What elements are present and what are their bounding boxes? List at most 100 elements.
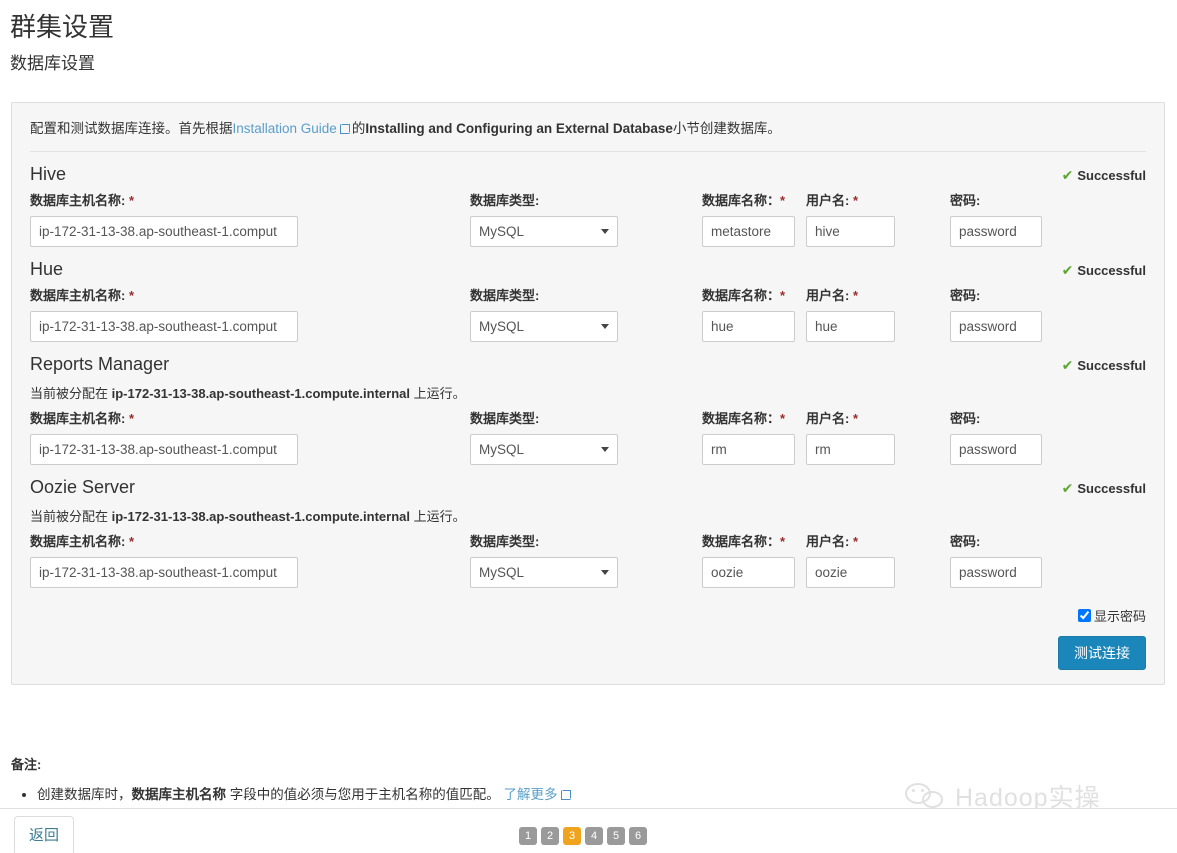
service-header: Hue ✔ Successful: [30, 256, 1146, 284]
required-asterisk: *: [852, 534, 859, 549]
db-type-select-wrap: MySQL: [470, 557, 618, 588]
db-type-select[interactable]: MySQL: [470, 434, 618, 465]
check-icon: ✔: [1061, 262, 1074, 278]
db-type-select[interactable]: MySQL: [470, 216, 618, 247]
field-label-password: 密码:: [950, 534, 981, 549]
field-db-name: 数据库名称：*: [702, 410, 806, 465]
username-input[interactable]: [806, 311, 895, 342]
db-name-input[interactable]: [702, 311, 795, 342]
field-password: 密码:: [950, 287, 1070, 342]
assigned-prefix: 当前被分配在: [30, 509, 112, 524]
username-input[interactable]: [806, 216, 895, 247]
host-input[interactable]: [30, 311, 298, 342]
status-text: Successful: [1077, 481, 1146, 496]
field-label-username: 用户名: *: [806, 192, 950, 210]
field-username: 用户名: *: [806, 410, 950, 465]
host-input[interactable]: [30, 557, 298, 588]
db-type-select-wrap: MySQL: [470, 434, 618, 465]
field-username: 用户名: *: [806, 192, 950, 247]
label-text: 数据库名称：: [702, 411, 781, 426]
page-1[interactable]: 1: [519, 827, 537, 845]
show-password-checkbox[interactable]: [1077, 609, 1091, 622]
label-text: 用户名:: [806, 411, 850, 426]
host-input[interactable]: [30, 434, 298, 465]
label-text: 用户名:: [806, 193, 850, 208]
password-input[interactable]: [950, 216, 1042, 247]
field-username: 用户名: *: [806, 533, 950, 588]
note-suffix: 字段中的值必须与您用于主机名称的值匹配。: [226, 787, 500, 802]
external-link-icon: [339, 124, 350, 134]
db-name-input[interactable]: [702, 434, 795, 465]
page-3[interactable]: 3: [563, 827, 581, 845]
password-input[interactable]: [950, 557, 1042, 588]
note-bold: 数据库主机名称: [131, 787, 227, 802]
assigned-host-text: 当前被分配在 ip-172-31-13-38.ap-southeast-1.co…: [30, 502, 1146, 530]
host-input[interactable]: [30, 216, 298, 247]
field-password: 密码:: [950, 410, 1070, 465]
label-text: 数据库主机名称:: [30, 411, 126, 426]
field-db-name: 数据库名称：*: [702, 533, 806, 588]
password-input[interactable]: [950, 311, 1042, 342]
learn-more-link[interactable]: 了解更多: [504, 787, 558, 802]
test-connection-button[interactable]: 测试连接: [1058, 636, 1146, 670]
field-label-db-type: 数据库类型:: [470, 288, 540, 303]
db-name-input[interactable]: [702, 557, 795, 588]
field-host: 数据库主机名称: *: [30, 533, 470, 588]
page-5[interactable]: 5: [607, 827, 625, 845]
field-label-db-type: 数据库类型:: [470, 193, 540, 208]
cluster-setup-page: 群集设置 数据库设置 配置和测试数据库连接。首先根据Installation G…: [0, 10, 1177, 853]
page-4[interactable]: 4: [585, 827, 603, 845]
label-text: 数据库名称：: [702, 193, 781, 208]
label-text: 数据库主机名称:: [30, 288, 126, 303]
field-db-type: 数据库类型: MySQL: [470, 410, 702, 465]
username-input[interactable]: [806, 557, 895, 588]
external-link-icon: [560, 790, 571, 800]
required-asterisk: *: [780, 411, 786, 426]
installation-guide-link[interactable]: Installation Guide: [233, 121, 337, 136]
db-type-select-wrap: MySQL: [470, 216, 618, 247]
assigned-prefix: 当前被分配在: [30, 386, 112, 401]
label-text: 用户名:: [806, 534, 850, 549]
service-header: Hive ✔ Successful: [30, 161, 1146, 189]
service-name: Hue: [30, 259, 64, 279]
field-label-host: 数据库主机名称: *: [30, 410, 470, 428]
password-input[interactable]: [950, 434, 1042, 465]
label-text: 数据库名称：: [702, 288, 781, 303]
db-name-input[interactable]: [702, 216, 795, 247]
required-asterisk: *: [852, 411, 859, 426]
assigned-suffix: 上运行。: [409, 509, 466, 524]
field-label-db-type: 数据库类型:: [470, 534, 540, 549]
field-db-type: 数据库类型: MySQL: [470, 192, 702, 247]
page-6[interactable]: 6: [629, 827, 647, 845]
service-header: Oozie Server ✔ Successful: [30, 474, 1146, 502]
db-type-select[interactable]: MySQL: [470, 311, 618, 342]
assigned-host-text: 当前被分配在 ip-172-31-13-38.ap-southeast-1.co…: [30, 379, 1146, 407]
status-badge: ✔ Successful: [1062, 262, 1146, 279]
field-label-username: 用户名: *: [806, 533, 950, 551]
service-section-hive: Hive ✔Successful 数据库主机名称: * 数据库类型: MySQL…: [30, 152, 1146, 247]
db-type-select[interactable]: MySQL: [470, 557, 618, 588]
label-text: 用户名:: [806, 288, 850, 303]
show-password-toggle[interactable]: 显示密码: [1077, 606, 1146, 625]
back-button[interactable]: 返回: [14, 816, 75, 853]
field-label-db-type: 数据库类型:: [470, 411, 540, 426]
field-label-host: 数据库主机名称: *: [30, 192, 470, 210]
assigned-suffix: 上运行。: [409, 386, 466, 401]
notes-section: 备注: 创建数据库时，数据库主机名称 字段中的值必须与您用于主机名称的值匹配。 …: [11, 754, 1165, 807]
required-asterisk: *: [780, 534, 786, 549]
field-db-type: 数据库类型: MySQL: [470, 287, 702, 342]
field-label-username: 用户名: *: [806, 410, 950, 428]
check-icon: ✔: [1061, 480, 1074, 496]
field-db-name: 数据库名称：*: [702, 192, 806, 247]
service-header: Reports Manager ✔ Successful: [30, 351, 1146, 379]
required-asterisk: *: [780, 193, 786, 208]
status-text: Successful: [1077, 168, 1146, 183]
username-input[interactable]: [806, 434, 895, 465]
status-badge: ✔ Successful: [1062, 357, 1146, 374]
page-subtitle: 数据库设置: [10, 54, 95, 73]
label-text: 数据库主机名称:: [30, 534, 126, 549]
field-password: 密码:: [950, 533, 1070, 588]
page-2[interactable]: 2: [541, 827, 559, 845]
database-setup-panel: 配置和测试数据库连接。首先根据Installation Guide 的Instal…: [11, 102, 1165, 685]
intro-mid: 的: [351, 121, 366, 136]
